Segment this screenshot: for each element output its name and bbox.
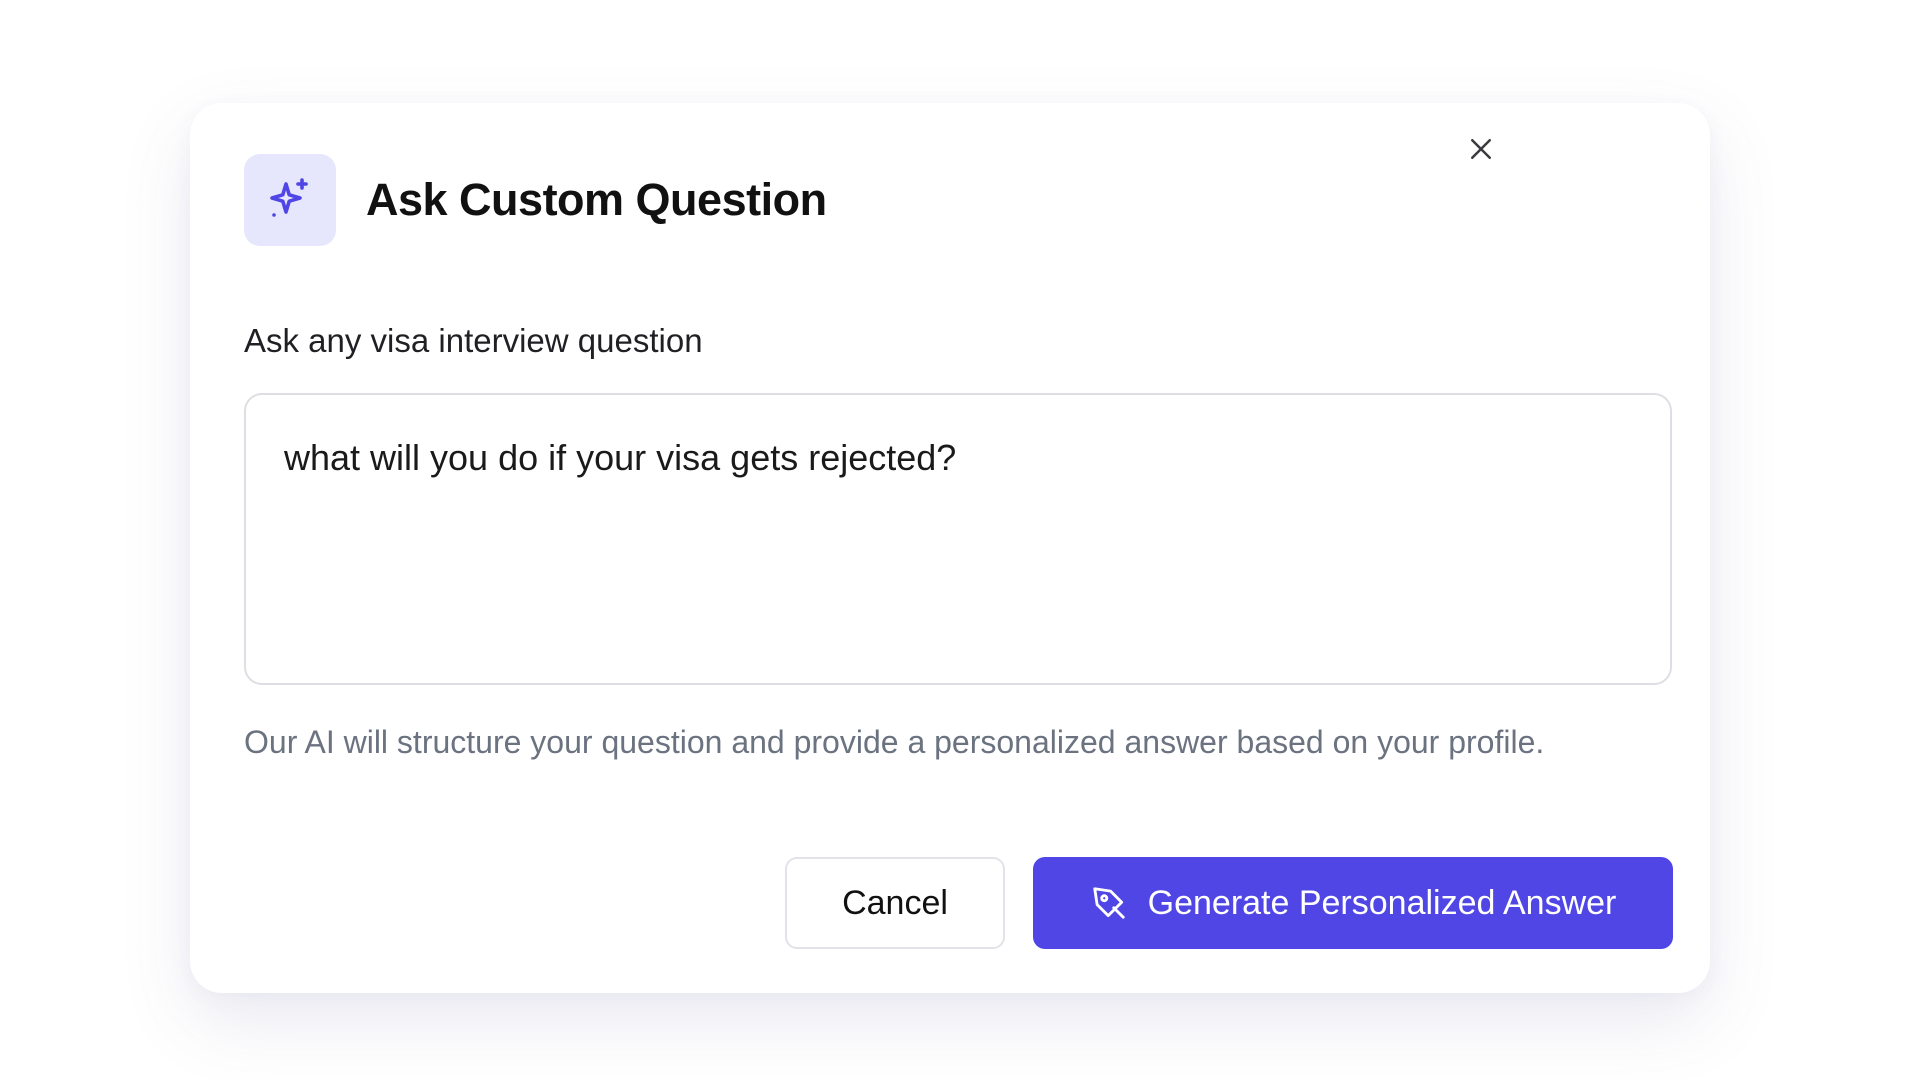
page-background: Ask Custom Question Ask any visa intervi… <box>0 0 1920 1080</box>
question-textarea[interactable]: what will you do if your visa gets rejec… <box>244 393 1672 685</box>
dialog-title: Ask Custom Question <box>366 174 827 225</box>
sparkles-icon-container <box>244 154 336 246</box>
pen-tool-icon <box>1090 884 1128 922</box>
generate-answer-button[interactable]: Generate Personalized Answer <box>1033 857 1673 949</box>
generate-button-label: Generate Personalized Answer <box>1147 883 1617 922</box>
cancel-button-label: Cancel <box>842 883 948 922</box>
dialog-actions: Cancel Generate Personalized Answer <box>785 857 1673 949</box>
question-field-label: Ask any visa interview question <box>244 322 703 359</box>
close-button[interactable] <box>1455 123 1507 175</box>
cancel-button[interactable]: Cancel <box>785 857 1005 949</box>
dialog-header: Ask Custom Question <box>244 154 827 246</box>
close-icon <box>1466 134 1496 164</box>
helper-text: Our AI will structure your question and … <box>244 724 1545 760</box>
sparkles-icon <box>266 176 314 224</box>
